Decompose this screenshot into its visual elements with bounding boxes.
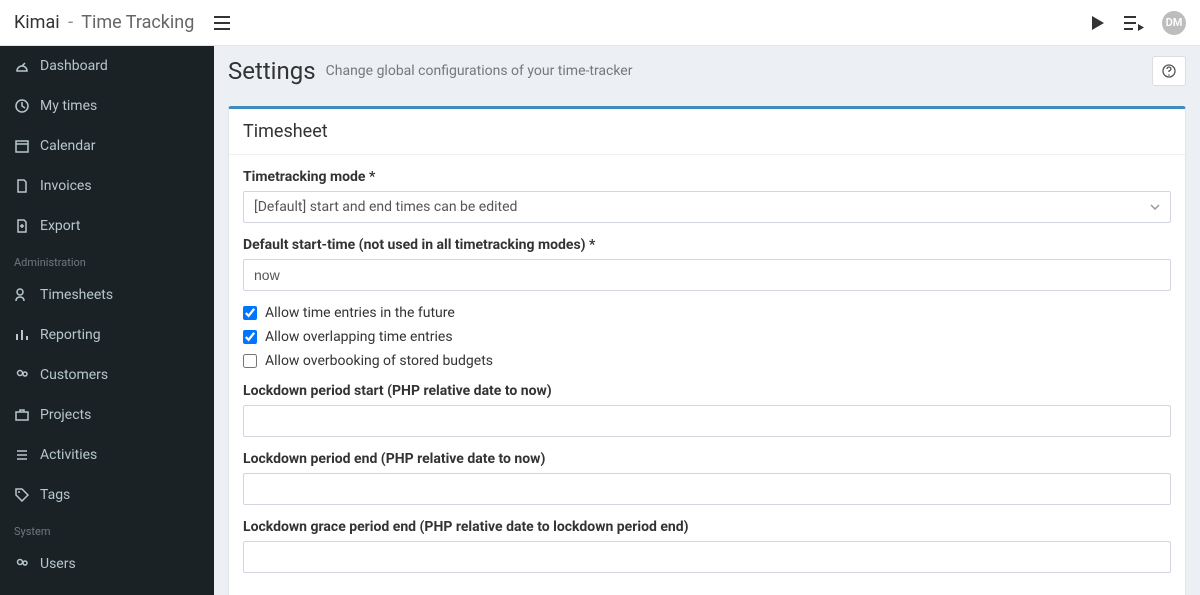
lockdown-start-label: Lockdown period start (PHP relative date… <box>243 383 1171 399</box>
play-icon <box>1088 14 1106 32</box>
clock-icon <box>14 99 30 113</box>
check-allow-future: Allow time entries in the future <box>243 305 1171 321</box>
lockdown-end-label: Lockdown period end (PHP relative date t… <box>243 451 1171 467</box>
allow-overlap-checkbox[interactable] <box>243 330 257 344</box>
sidebar-item-my-times[interactable]: My times <box>0 86 214 126</box>
label-text: Default start-time (not used in all time… <box>243 237 586 253</box>
sidebar-item-label: My times <box>40 98 97 114</box>
sidebar-item-label: Dashboard <box>40 58 108 74</box>
page-title: Settings <box>228 57 316 85</box>
field-default-start: Default start-time (not used in all time… <box>243 237 1171 291</box>
tasks-icon <box>14 448 30 462</box>
tag-icon <box>14 488 30 502</box>
content[interactable]: Settings Change global configurations of… <box>214 46 1200 595</box>
timetracking-mode-select[interactable]: [Default] start and end times can be edi… <box>243 191 1171 223</box>
field-lockdown-end: Lockdown period end (PHP relative date t… <box>243 451 1171 505</box>
sidebar-item-invoices[interactable]: Invoices <box>0 166 214 206</box>
sidebar-item-export[interactable]: Export <box>0 206 214 246</box>
sidebar-item-reporting[interactable]: Reporting <box>0 315 214 355</box>
sidebar-section-administration: Administration <box>0 246 214 275</box>
hamburger-icon <box>214 16 230 30</box>
chevron-down-icon <box>1150 204 1160 210</box>
list-play-icon <box>1124 15 1144 31</box>
checkbox-label: Allow overlapping time entries <box>265 329 453 345</box>
select-value: [Default] start and end times can be edi… <box>254 199 517 215</box>
check-allow-overbook: Allow overbooking of stored budgets <box>243 353 1171 369</box>
allow-overbook-checkbox[interactable] <box>243 354 257 368</box>
sidebar-item-label: Projects <box>40 407 91 423</box>
sidebar-item-dashboard[interactable]: Dashboard <box>0 46 214 86</box>
sidebar-item-label: Timesheets <box>40 287 113 303</box>
brand-app: Kimai <box>14 12 60 33</box>
check-allow-overlap: Allow overlapping time entries <box>243 329 1171 345</box>
sidebar-item-activities[interactable]: Activities <box>0 435 214 475</box>
lockdown-grace-label: Lockdown grace period end (PHP relative … <box>243 519 1171 535</box>
sidebar-item-users[interactable]: Users <box>0 544 214 584</box>
panel-body: Timetracking mode * [Default] start and … <box>229 155 1185 595</box>
brand-tag: Time Tracking <box>81 12 194 33</box>
sidebar-item-timesheets[interactable]: Timesheets <box>0 275 214 315</box>
field-lockdown-start: Lockdown period start (PHP relative date… <box>243 383 1171 437</box>
checkbox-label: Allow overbooking of stored budgets <box>265 353 493 369</box>
file-icon <box>14 179 30 193</box>
export-icon <box>14 219 30 233</box>
field-timetracking-mode: Timetracking mode * [Default] start and … <box>243 169 1171 223</box>
page-header: Settings Change global configurations of… <box>214 46 1200 92</box>
lockdown-end-input[interactable] <box>243 473 1171 505</box>
sidebar: Dashboard My times Calendar Invoices Exp… <box>0 46 214 595</box>
field-lockdown-grace: Lockdown grace period end (PHP relative … <box>243 519 1171 573</box>
question-icon <box>1162 64 1176 78</box>
menu-toggle-button[interactable] <box>214 16 230 30</box>
avatar-initials: DM <box>1166 16 1183 29</box>
bar-chart-icon <box>14 328 30 342</box>
panel-timesheet: Timesheet Timetracking mode * [Default] … <box>228 106 1186 595</box>
checkbox-label: Allow time entries in the future <box>265 305 455 321</box>
allow-future-checkbox[interactable] <box>243 306 257 320</box>
sidebar-item-customers[interactable]: Customers <box>0 355 214 395</box>
sidebar-section-system: System <box>0 515 214 544</box>
required-marker: * <box>589 237 595 253</box>
sidebar-item-label: Customers <box>40 367 108 383</box>
sidebar-item-projects[interactable]: Projects <box>0 395 214 435</box>
page-subtitle: Change global configurations of your tim… <box>326 63 633 79</box>
sidebar-item-label: Reporting <box>40 327 101 343</box>
sidebar-item-label: Tags <box>40 487 70 503</box>
start-timer-button[interactable] <box>1088 14 1106 32</box>
default-start-label: Default start-time (not used in all time… <box>243 237 1171 253</box>
user-clock-icon <box>14 288 30 302</box>
lockdown-grace-input[interactable] <box>243 541 1171 573</box>
sidebar-item-label: Activities <box>40 447 97 463</box>
brand-sep: - <box>68 12 73 33</box>
panel-title: Timesheet <box>229 109 1185 155</box>
topbar-right: DM <box>1088 11 1186 35</box>
dashboard-icon <box>14 59 30 73</box>
brand[interactable]: Kimai - Time Tracking <box>14 12 194 33</box>
sidebar-item-label: Users <box>40 556 76 572</box>
help-button[interactable] <box>1152 56 1186 86</box>
sidebar-item-tags[interactable]: Tags <box>0 475 214 515</box>
recent-entries-button[interactable] <box>1124 15 1144 31</box>
users-icon <box>14 368 30 382</box>
sidebar-item-label: Export <box>40 218 80 234</box>
default-start-input[interactable] <box>243 259 1171 291</box>
calendar-icon <box>14 139 30 153</box>
label-text: Timetracking mode <box>243 169 365 185</box>
lockdown-start-input[interactable] <box>243 405 1171 437</box>
required-marker: * <box>369 169 375 185</box>
users-icon <box>14 557 30 571</box>
sidebar-item-label: Invoices <box>40 178 92 194</box>
sidebar-item-label: Calendar <box>40 138 96 154</box>
sidebar-item-calendar[interactable]: Calendar <box>0 126 214 166</box>
topbar: Kimai - Time Tracking DM <box>0 0 1200 46</box>
briefcase-icon <box>14 408 30 422</box>
timetracking-mode-label: Timetracking mode * <box>243 169 1171 185</box>
avatar[interactable]: DM <box>1162 11 1186 35</box>
